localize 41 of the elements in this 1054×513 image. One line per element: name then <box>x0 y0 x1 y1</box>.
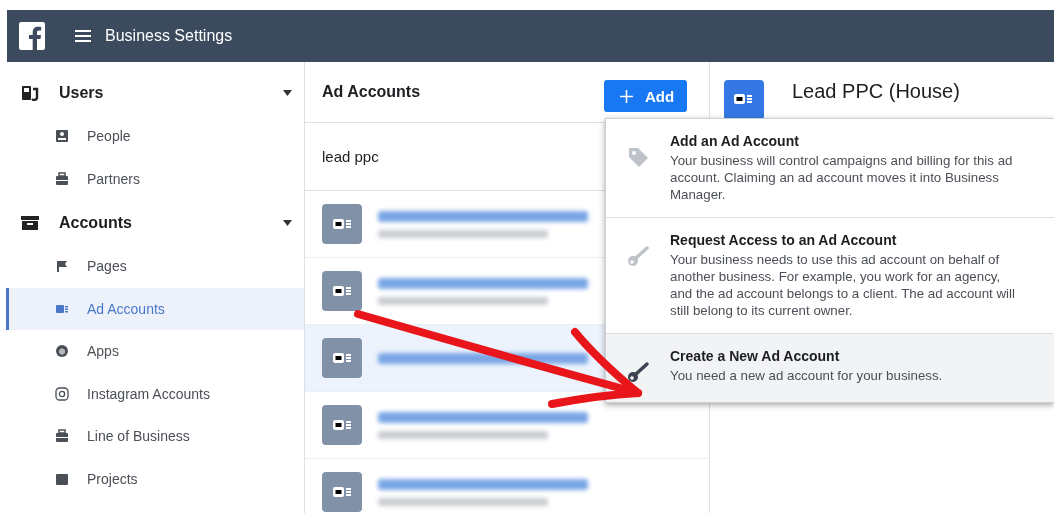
ad-account-icon <box>322 405 362 445</box>
menu-item-description: You need a new ad account for your business. <box>670 367 944 384</box>
briefcase-icon <box>55 429 69 444</box>
menu-item-title: Create a New Ad Account <box>670 348 841 364</box>
plus-icon <box>620 89 633 103</box>
cube-icon <box>55 344 69 359</box>
sidebar-item[interactable]: Partners <box>6 157 304 200</box>
menu-item-description: Your business needs to use this ad account on behalf of another business. For example, you work for an agency, and the ad account belongs to a client. The ad account will still belong to its current owner. <box>670 251 1015 319</box>
sidebar-item[interactable]: Projects <box>6 457 304 500</box>
ad-account-icon <box>322 271 362 311</box>
sidebar-item[interactable]: Apps <box>6 330 304 373</box>
caret-icon[interactable] <box>283 89 292 96</box>
menu-icon[interactable] <box>75 29 91 43</box>
section-title[interactable]: Users <box>59 83 263 102</box>
ad-account-icon <box>322 472 362 512</box>
window-title: Business Settings <box>105 27 233 45</box>
flag-icon <box>55 259 69 274</box>
folder-icon <box>55 471 69 486</box>
briefcase-icon <box>55 171 69 186</box>
section-title[interactable]: Accounts <box>59 213 263 232</box>
key-icon <box>626 360 650 384</box>
account-title: Lead PPC (House) <box>792 80 960 104</box>
sidebar-item[interactable]: Pages <box>6 245 304 288</box>
sidebar-item[interactable]: Ad Accounts <box>6 287 304 330</box>
sidebar-item[interactable]: Instagram Accounts <box>6 372 304 415</box>
add-button[interactable]: Add <box>604 80 688 112</box>
tag-icon <box>626 145 650 169</box>
sidebar-item[interactable]: Line of Business <box>6 415 304 458</box>
archive-icon <box>21 214 39 231</box>
panel-title: Ad Accounts <box>322 83 421 101</box>
camera-icon <box>55 386 69 401</box>
menu-item[interactable]: Create a New Ad Account You need a new ad account for your business. <box>606 333 1054 402</box>
users-icon <box>21 84 39 101</box>
caret-icon[interactable] <box>283 219 292 226</box>
menu-item-title: Request Access to an Ad Account <box>670 232 898 248</box>
person-icon <box>55 129 69 144</box>
sidebar-item[interactable]: People <box>6 115 304 158</box>
facebook-logo[interactable] <box>19 22 45 50</box>
key-icon <box>626 244 650 268</box>
ad-account-icon <box>322 338 362 378</box>
ad-account-icon <box>322 204 362 244</box>
